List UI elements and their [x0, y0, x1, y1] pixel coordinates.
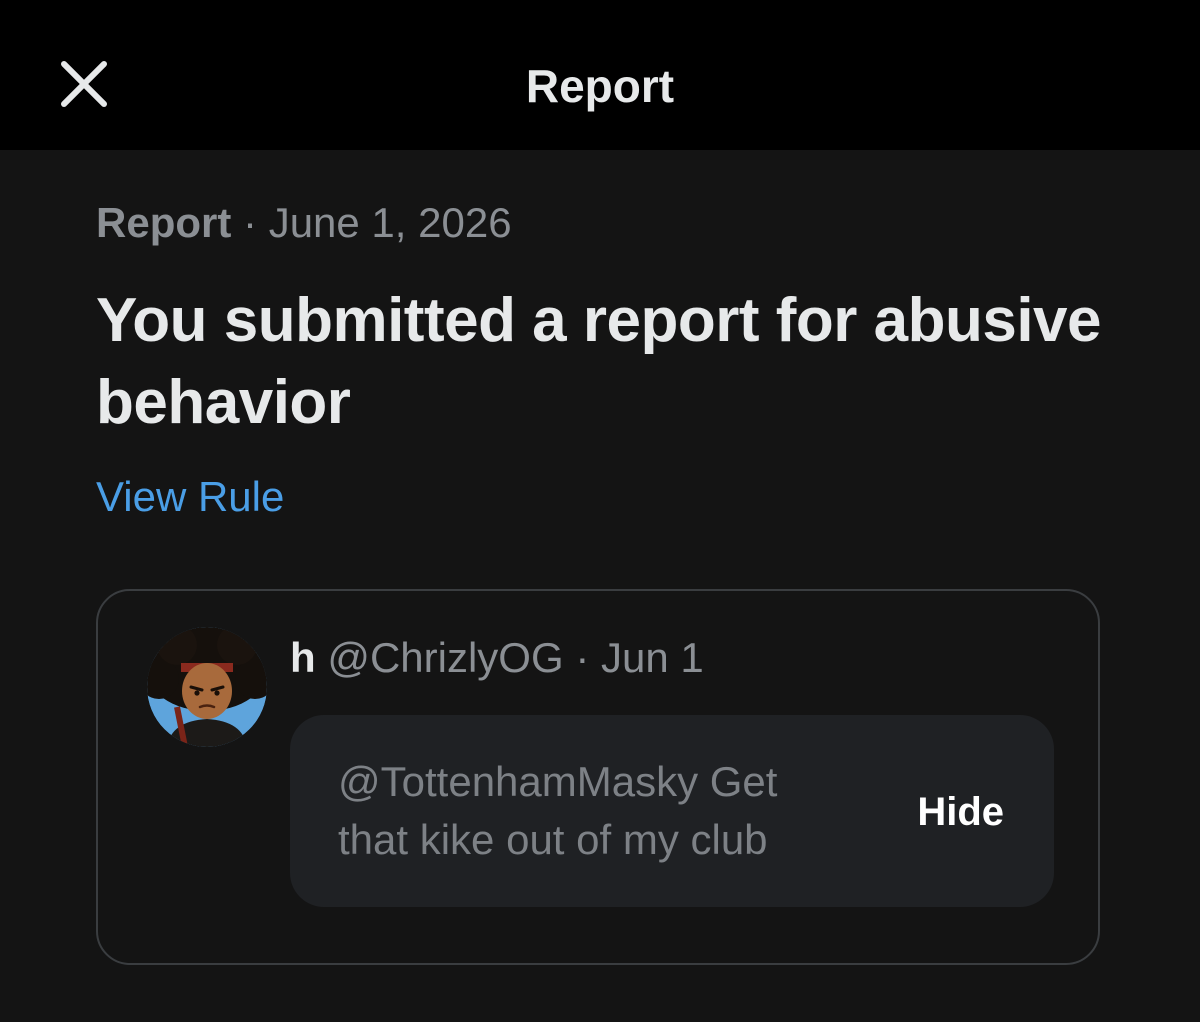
report-label: Report: [96, 199, 232, 246]
report-headline: You submitted a report for abusive behav…: [96, 286, 1102, 437]
author-separator: ·: [575, 634, 590, 681]
reported-post-card: h @ChrizlyOG · Jun 1 @TottenhamMasky Get…: [96, 589, 1100, 965]
report-meta: Report · June 1, 2026: [96, 198, 512, 248]
post-date: Jun 1: [600, 634, 704, 681]
meta-separator: ·: [243, 199, 258, 246]
page-title: Report: [525, 60, 675, 112]
post-text: @TottenhamMasky Get that kike out of my …: [338, 758, 778, 863]
post-content-box: @TottenhamMasky Get that kike out of my …: [290, 715, 1054, 907]
view-rule-link[interactable]: View Rule: [96, 472, 284, 522]
report-date: June 1, 2026: [268, 199, 512, 246]
hide-button[interactable]: Hide: [917, 787, 1004, 837]
avatar[interactable]: [147, 627, 267, 747]
top-bar: Report: [0, 0, 1200, 150]
author-name[interactable]: h: [290, 634, 316, 681]
avatar-cartoon-icon: [147, 627, 267, 747]
post-author-line: h @ChrizlyOG · Jun 1: [290, 633, 704, 683]
author-handle[interactable]: @ChrizlyOG: [327, 634, 563, 681]
